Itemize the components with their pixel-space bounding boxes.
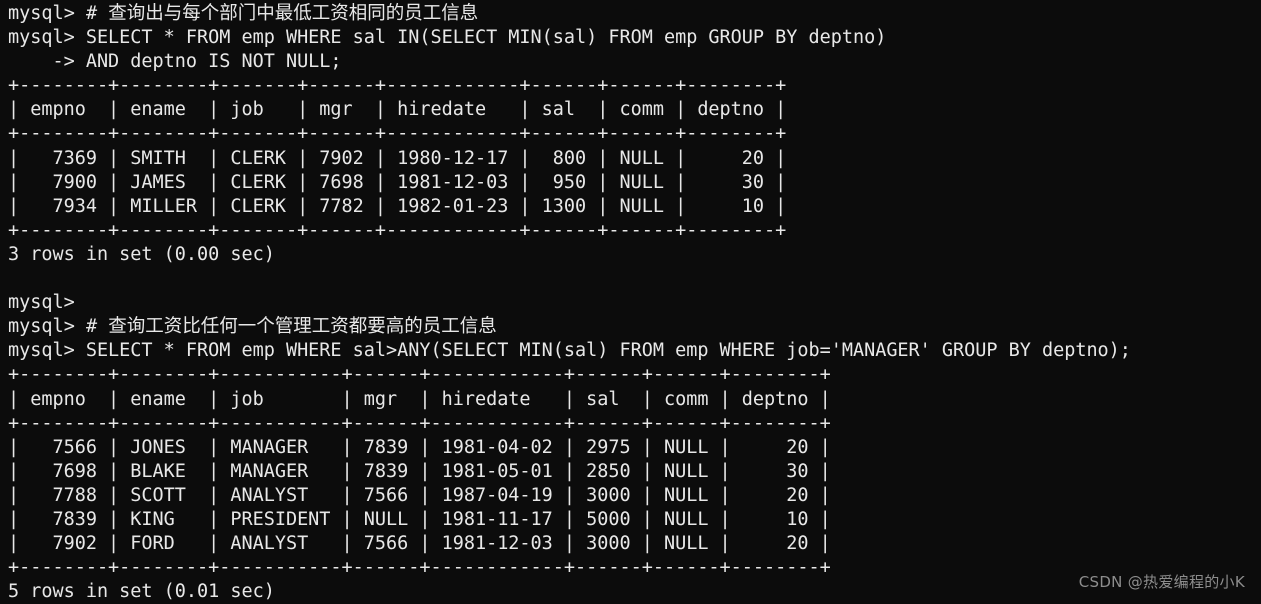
terminal-line: +--------+--------+-------+------+------… bbox=[8, 75, 787, 97]
terminal-line: | 7369 | SMITH | CLERK | 7902 | 1980-12-… bbox=[8, 147, 787, 169]
terminal-line: | 7900 | JAMES | CLERK | 7698 | 1981-12-… bbox=[8, 171, 787, 193]
terminal-line: | empno | ename | job | mgr | hiredate |… bbox=[8, 99, 787, 121]
terminal-line: +--------+--------+-----------+------+--… bbox=[8, 412, 831, 434]
watermark: CSDN @热爱编程的小K bbox=[1078, 573, 1245, 591]
terminal-line: 5 rows in set (0.01 sec) bbox=[8, 581, 275, 603]
terminal-line: -> AND deptno IS NOT NULL; bbox=[8, 51, 342, 73]
terminal-output: mysql> # 查询出与每个部门中最低工资相同的员工信息 mysql> SELE… bbox=[8, 2, 1261, 604]
terminal-line: mysql> SELECT * FROM emp WHERE sal IN(SE… bbox=[8, 27, 887, 49]
terminal-line: +--------+--------+-------+------+------… bbox=[8, 123, 787, 145]
terminal-line: | 7788 | SCOTT | ANALYST | 7566 | 1987-0… bbox=[8, 484, 831, 506]
terminal-line: | 7698 | BLAKE | MANAGER | 7839 | 1981-0… bbox=[8, 460, 831, 482]
terminal-line: mysql> SELECT * FROM emp WHERE sal>ANY(S… bbox=[8, 340, 1131, 362]
terminal-line: mysql> bbox=[8, 292, 75, 314]
terminal-line: mysql> # 查询工资比任何一个管理工资都要高的员工信息 bbox=[8, 316, 497, 338]
terminal-line: | 7934 | MILLER | CLERK | 7782 | 1982-01… bbox=[8, 195, 787, 217]
terminal-line: | 7902 | FORD | ANALYST | 7566 | 1981-12… bbox=[8, 533, 831, 555]
terminal-line: | 7566 | JONES | MANAGER | 7839 | 1981-0… bbox=[8, 436, 831, 458]
terminal-line: mysql> # 查询出与每个部门中最低工资相同的员工信息 bbox=[8, 3, 479, 24]
terminal-window[interactable]: mysql> # 查询出与每个部门中最低工资相同的员工信息 mysql> SELE… bbox=[0, 0, 1261, 604]
terminal-line: 3 rows in set (0.00 sec) bbox=[8, 243, 275, 265]
terminal-line: +--------+--------+-----------+------+--… bbox=[8, 364, 831, 386]
terminal-line: +--------+--------+-------+------+------… bbox=[8, 219, 787, 241]
terminal-line: | empno | ename | job | mgr | hiredate |… bbox=[8, 388, 831, 410]
terminal-line: +--------+--------+-----------+------+--… bbox=[8, 557, 831, 579]
terminal-line: | 7839 | KING | PRESIDENT | NULL | 1981-… bbox=[8, 508, 831, 530]
